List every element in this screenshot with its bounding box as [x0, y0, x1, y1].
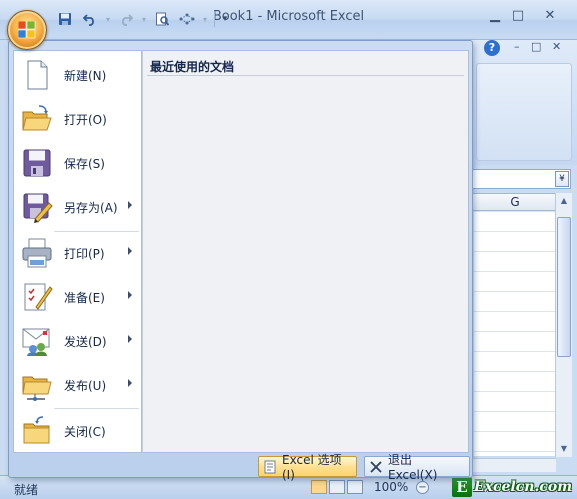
qat-more-icon[interactable]: ▾	[220, 9, 230, 29]
ribbon-close-button[interactable]: ✕	[552, 40, 561, 53]
status-ready: 就绪	[14, 483, 39, 497]
minimize-button[interactable]: ▁	[483, 8, 507, 26]
save-icon[interactable]	[54, 9, 76, 29]
redo-dropdown-icon[interactable]: ▾	[140, 9, 148, 29]
new-document-icon	[21, 59, 53, 91]
exit-icon	[369, 460, 383, 474]
page-break-view-icon[interactable]	[347, 480, 363, 494]
save-disk-icon	[21, 147, 53, 179]
scroll-up-icon[interactable]: ▲	[557, 194, 571, 208]
undo-dropdown-icon[interactable]: ▾	[104, 9, 112, 29]
column-header-g[interactable]: G	[472, 193, 558, 211]
menu-separator	[54, 408, 139, 409]
print-preview-icon[interactable]	[151, 9, 173, 29]
redo-icon[interactable]	[115, 9, 137, 29]
menu-item-send[interactable]: 发送(D)	[14, 320, 141, 362]
menu-item-prepare[interactable]: 准备(E)	[14, 276, 141, 318]
office-menu: 新建(N) 打开(O) 保存(S) 另存为(A) 打印(P) 准备(E) 发送(…	[8, 40, 473, 482]
submenu-arrow-icon	[128, 335, 132, 343]
close-window-button[interactable]: ✕	[538, 8, 562, 26]
menu-item-close[interactable]: 关闭(C)	[14, 410, 141, 452]
scroll-down-icon[interactable]: ▼	[557, 442, 571, 456]
watermark-text: Excelcn.com	[474, 478, 573, 495]
submenu-arrow-icon	[128, 201, 132, 209]
qat-separator	[214, 11, 215, 27]
publish-icon	[21, 369, 53, 401]
zoom-out-button[interactable]: −	[416, 481, 429, 494]
horizontal-scrollbar[interactable]	[472, 458, 556, 472]
qat-dropdown-icon[interactable]: ▾	[201, 9, 209, 29]
excel-options-button[interactable]: Excel 选项(I)	[258, 453, 357, 482]
normal-view-icon[interactable]	[311, 480, 327, 494]
undo-icon[interactable]	[79, 9, 101, 29]
submenu-arrow-icon	[128, 247, 132, 255]
exit-excel-button[interactable]: 退出 Excel(X)	[364, 453, 470, 482]
excel-options-label: Excel 选项(I)	[282, 453, 342, 482]
submenu-arrow-icon	[128, 291, 132, 299]
send-icon	[21, 325, 53, 357]
menu-item-save[interactable]: 保存(S)	[14, 142, 141, 184]
office-button[interactable]	[7, 10, 47, 50]
printer-icon	[21, 237, 53, 269]
formula-expand-button[interactable]: ¥	[555, 171, 569, 187]
cell-grid[interactable]	[472, 211, 558, 456]
options-icon	[263, 460, 277, 474]
maximize-button[interactable]: □	[506, 8, 530, 26]
page-layout-view-icon[interactable]	[329, 480, 345, 494]
title-bar: Book1 - Microsoft Excel ▾ ▾ ▾ ▾ ▁ □ ✕	[0, 0, 577, 40]
exit-excel-label: 退出 Excel(X)	[388, 453, 438, 482]
menu-item-save-as[interactable]: 另存为(A)	[14, 186, 141, 228]
recent-documents-title: 最近使用的文档	[150, 60, 235, 74]
ribbon-group	[476, 63, 572, 161]
office-menu-commands: 新建(N) 打开(O) 保存(S) 另存为(A) 打印(P) 准备(E) 发送(…	[13, 50, 142, 453]
recent-documents-panel: 最近使用的文档	[142, 50, 469, 453]
close-folder-icon	[21, 415, 53, 447]
menu-item-open[interactable]: 打开(O)	[14, 98, 141, 140]
customize-icon[interactable]	[176, 9, 198, 29]
open-folder-icon	[21, 103, 53, 135]
ribbon-restore-button[interactable]: □	[531, 40, 541, 53]
menu-item-publish[interactable]: 发布(U)	[14, 364, 141, 406]
recent-divider	[147, 75, 464, 76]
help-icon[interactable]: ?	[484, 40, 500, 56]
menu-item-new[interactable]: 新建(N)	[14, 54, 141, 96]
save-as-icon	[21, 191, 53, 223]
ribbon-minimize-button[interactable]: –	[514, 40, 520, 53]
vertical-scrollbar[interactable]: ▲ ▼	[555, 193, 572, 457]
quick-access-toolbar: ▾ ▾ ▾ ▾	[54, 8, 230, 30]
zoom-level[interactable]: 100%	[374, 480, 408, 494]
office-logo-icon	[18, 21, 36, 39]
formula-bar[interactable]: ¥	[472, 169, 571, 189]
menu-item-print[interactable]: 打印(P)	[14, 232, 141, 274]
submenu-arrow-icon	[128, 379, 132, 387]
prepare-icon	[21, 281, 53, 313]
view-buttons	[311, 480, 363, 494]
scroll-thumb[interactable]	[557, 217, 571, 357]
